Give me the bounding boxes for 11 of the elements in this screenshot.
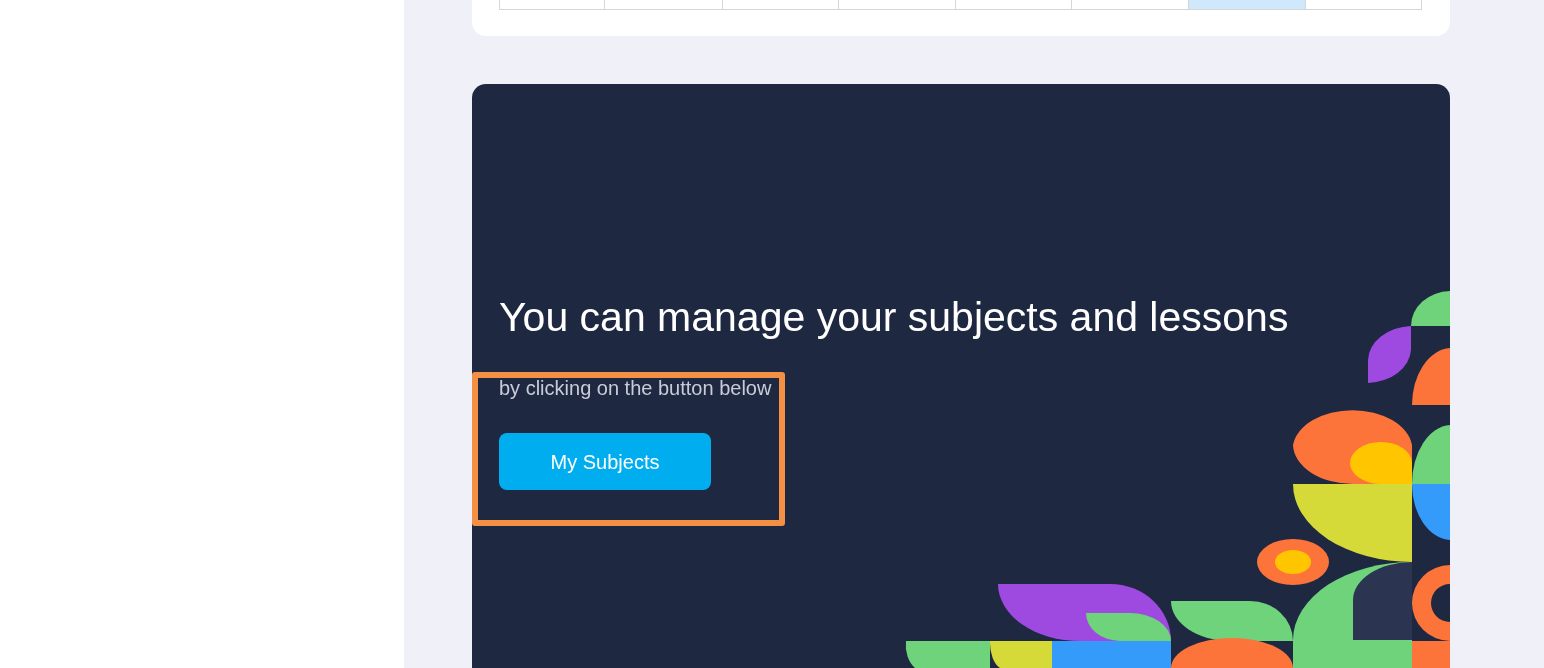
banner-subtitle: by clicking on the button below [499,376,772,402]
calendar-cell[interactable] [1189,0,1306,10]
banner-title: You can manage your subjects and lessons [499,294,1290,342]
calendar-cell[interactable] [723,0,839,10]
calendar-cell[interactable] [956,0,1072,10]
my-subjects-button[interactable]: My Subjects [499,433,711,491]
calendar-cell[interactable] [839,0,956,10]
calendar-cell[interactable] [1306,0,1422,10]
calendar-cell[interactable] [1072,0,1189,10]
calendar-cell[interactable] [605,0,723,10]
calendar-cell[interactable] [500,0,605,10]
